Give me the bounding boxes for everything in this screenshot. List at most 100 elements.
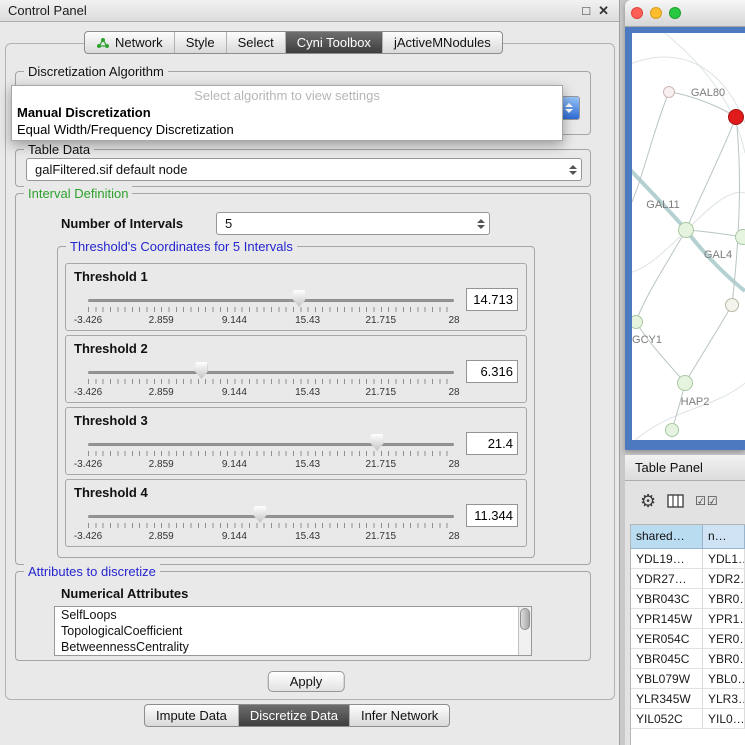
slider-thumb[interactable]: [371, 434, 384, 451]
interval-definition-group: Interval Definition Number of Intervals …: [15, 193, 591, 565]
column-header-name[interactable]: n…: [703, 525, 745, 549]
attribute-list-item[interactable]: SelfLoops: [55, 607, 531, 623]
table-cell[interactable]: YLR3…: [703, 689, 745, 709]
slider-track[interactable]: [88, 443, 454, 446]
num-intervals-dropdown[interactable]: 5: [216, 212, 490, 235]
slider-thumb[interactable]: [293, 290, 306, 307]
table-cell[interactable]: YBR0…: [703, 649, 745, 669]
table-cell[interactable]: YBR0…: [703, 589, 745, 609]
table-row[interactable]: YBL079WYBL0…: [631, 669, 745, 689]
table-cell[interactable]: YBL0…: [703, 669, 745, 689]
table-cell[interactable]: YPR1…: [703, 609, 745, 629]
tab-select[interactable]: Select: [226, 32, 285, 53]
table-cell[interactable]: YLR345W: [631, 689, 703, 709]
threshold-value-input[interactable]: [466, 288, 518, 311]
threshold-slider[interactable]: -3.4262.8599.14415.4321.71528: [88, 506, 454, 546]
network-node[interactable]: [725, 298, 739, 312]
table-row[interactable]: YPR145WYPR1…: [631, 609, 745, 629]
apply-button[interactable]: Apply: [268, 671, 345, 692]
table-row[interactable]: YDL19…YDL1…: [631, 549, 745, 569]
slider-thumb[interactable]: [195, 362, 208, 379]
network-node[interactable]: [735, 229, 745, 245]
tab-label: Cyni Toolbox: [297, 35, 371, 50]
network-node[interactable]: [728, 109, 744, 125]
slider-scale-label: 28: [448, 531, 459, 542]
network-canvas[interactable]: GAL80GAL11GAL4GCY1HAP2: [632, 33, 745, 440]
threshold-value-input[interactable]: [466, 432, 518, 455]
table-row[interactable]: YIL052CYIL0…: [631, 709, 745, 729]
table-cell[interactable]: YBR043C: [631, 589, 703, 609]
slider-scale-label: 9.144: [222, 315, 247, 326]
tab-style[interactable]: Style: [174, 32, 226, 53]
slider-track[interactable]: [88, 371, 454, 374]
table-cell[interactable]: YBL079W: [631, 669, 703, 689]
scrollbar-thumb[interactable]: [520, 608, 530, 630]
table-row[interactable]: YBR045CYBR0…: [631, 649, 745, 669]
threshold-2-panel: Threshold 2 -3.4262.8599.14415.4321.7152…: [65, 335, 527, 403]
cyni-bottom-tabs: Impute Data Discretize Data Infer Networ…: [144, 704, 450, 727]
dropdown-arrows-icon[interactable]: [564, 159, 581, 180]
slider-thumb[interactable]: [254, 506, 267, 523]
threshold-slider[interactable]: -3.4262.8599.14415.4321.71528: [88, 362, 454, 402]
table-cell[interactable]: YDR27…: [631, 569, 703, 589]
close-button[interactable]: ✕: [598, 1, 609, 21]
dropdown-option-manual[interactable]: Manual Discretization: [12, 104, 562, 121]
slider-track[interactable]: [88, 299, 454, 302]
table-cell[interactable]: YDR2…: [703, 569, 745, 589]
tab-label: Infer Network: [361, 708, 438, 723]
tab-infer-network[interactable]: Infer Network: [349, 705, 449, 726]
tab-jactivemnodules[interactable]: jActiveMNodules: [382, 32, 502, 53]
table-cell[interactable]: YIL0…: [703, 709, 745, 729]
slider-scale-label: 28: [448, 387, 459, 398]
columns-icon[interactable]: [667, 494, 684, 508]
table-panel-titlebar: Table Panel: [625, 455, 745, 481]
network-node[interactable]: [678, 222, 694, 238]
slider-scale-label: 9.144: [222, 387, 247, 398]
dropdown-option-equal-width[interactable]: Equal Width/Frequency Discretization: [12, 121, 562, 138]
float-window-button[interactable]: □: [582, 1, 590, 21]
close-light[interactable]: [631, 7, 643, 19]
threshold-label: Threshold 2: [74, 341, 148, 356]
attributes-list[interactable]: SelfLoopsTopologicalCoefficientBetweenne…: [54, 606, 532, 656]
tab-impute-data[interactable]: Impute Data: [145, 705, 238, 726]
algorithm-group-title: Discretization Algorithm: [24, 64, 168, 79]
threshold-slider[interactable]: -3.4262.8599.14415.4321.71528: [88, 290, 454, 330]
slider-scale-label: 15.43: [295, 387, 320, 398]
tab-network[interactable]: Network: [85, 32, 174, 53]
attribute-list-item[interactable]: TopologicalCoefficient: [55, 623, 531, 639]
zoom-light[interactable]: [669, 7, 681, 19]
table-cell[interactable]: YER0…: [703, 629, 745, 649]
dropdown-arrows-icon[interactable]: [472, 213, 489, 234]
table-cell[interactable]: YIL052C: [631, 709, 703, 729]
list-scrollbar[interactable]: [518, 607, 531, 655]
table-data-group: Table Data galFiltered.sif default node: [15, 149, 591, 187]
slider-scale-label: 2.859: [149, 531, 174, 542]
network-node[interactable]: [663, 86, 675, 98]
dropdown-placeholder-option[interactable]: Select algorithm to view settings: [12, 86, 562, 104]
tab-cyni-toolbox[interactable]: Cyni Toolbox: [285, 32, 382, 53]
threshold-value-input[interactable]: [466, 504, 518, 527]
column-header-shared-name[interactable]: shared…: [631, 525, 703, 549]
minimize-light[interactable]: [650, 7, 662, 19]
table-row[interactable]: YBR043CYBR0…: [631, 589, 745, 609]
table-cell[interactable]: YDL19…: [631, 549, 703, 569]
table-data-dropdown[interactable]: galFiltered.sif default node: [26, 158, 582, 181]
threshold-value-input[interactable]: [466, 360, 518, 383]
table-cell[interactable]: YBR045C: [631, 649, 703, 669]
table-cell[interactable]: YDL1…: [703, 549, 745, 569]
table-cell[interactable]: YPR145W: [631, 609, 703, 629]
attribute-list-item[interactable]: BetweennessCentrality: [55, 639, 531, 655]
threshold-slider[interactable]: -3.4262.8599.14415.4321.71528: [88, 434, 454, 474]
slider-track[interactable]: [88, 515, 454, 518]
tab-discretize-data[interactable]: Discretize Data: [238, 705, 349, 726]
select-columns-icon[interactable]: ☑☑: [695, 494, 719, 508]
control-panel-tabs: Network Style Select Cyni Toolbox jActiv…: [84, 31, 503, 54]
gear-icon[interactable]: ⚙: [640, 492, 656, 510]
table-row[interactable]: YDR27…YDR2…: [631, 569, 745, 589]
tab-label: Impute Data: [156, 708, 227, 723]
table-row[interactable]: YLR345WYLR3…: [631, 689, 745, 709]
table-cell[interactable]: YER054C: [631, 629, 703, 649]
network-node[interactable]: [665, 423, 679, 437]
network-node[interactable]: [677, 375, 693, 391]
table-row[interactable]: YER054CYER0…: [631, 629, 745, 649]
